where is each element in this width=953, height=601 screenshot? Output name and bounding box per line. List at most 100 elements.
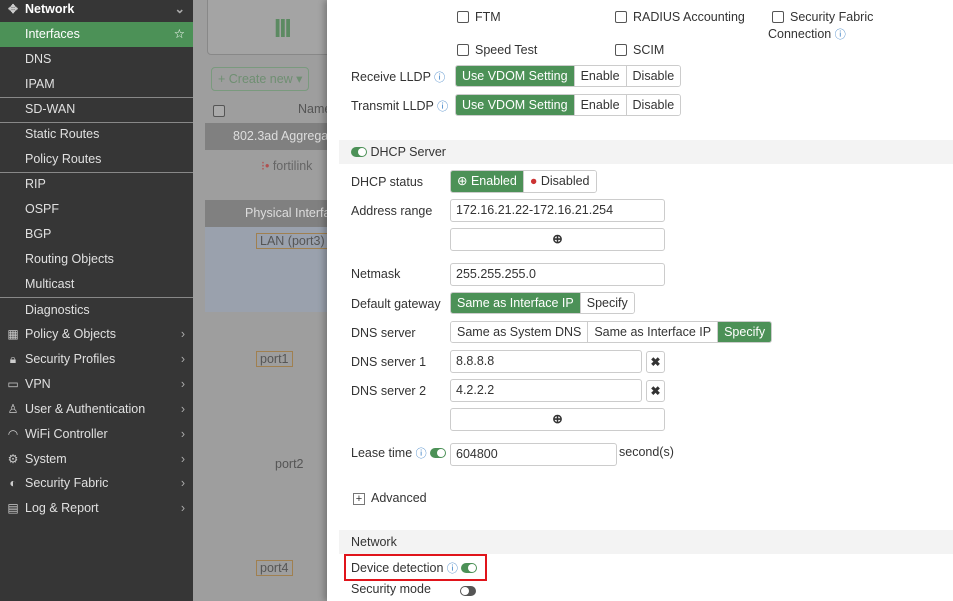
security-mode-toggle[interactable] — [460, 584, 476, 598]
info-icon: ⓘ — [437, 101, 449, 113]
address-range-input[interactable]: 172.16.21.22-172.16.21.254 — [450, 199, 665, 222]
dhcp-server-section[interactable]: DHCP Server — [339, 140, 953, 164]
sidebar-user-auth[interactable]: ♙ User & Authentication › — [0, 397, 193, 422]
port4-label[interactable]: port4 — [256, 560, 293, 576]
speed-test-checkbox[interactable]: Speed Test — [457, 43, 537, 57]
info-icon: ⓘ — [434, 72, 446, 84]
wifi-icon: ◠ — [7, 427, 19, 441]
sidebar-item-multicast[interactable]: Multicast — [0, 272, 193, 297]
sidebar-item-diagnostics[interactable]: Diagnostics — [0, 298, 193, 323]
remove-dns-2-button[interactable]: ✖ — [646, 380, 665, 402]
sidebar-vpn[interactable]: ▭ VPN › — [0, 372, 193, 397]
scim-checkbox[interactable]: SCIM — [615, 43, 664, 57]
close-icon: ✖ — [650, 384, 661, 398]
sidebar-item-sdwan[interactable]: SD-WAN — [0, 97, 193, 122]
chevron-right-icon: › — [180, 402, 185, 416]
option-same-as-interface[interactable]: Same as Interface IP — [451, 293, 580, 313]
dns-server-1-label: DNS server 1 — [351, 355, 427, 369]
sidebar-security-fabric[interactable]: ◐ Security Fabric › — [0, 471, 193, 496]
advanced-expander[interactable]: + Advanced — [353, 491, 427, 505]
sidebar-item-routing-objects[interactable]: Routing Objects — [0, 247, 193, 272]
netmask-input[interactable]: 255.255.255.0 — [450, 263, 665, 286]
chevron-right-icon: › — [180, 327, 185, 341]
receive-lldp-toggle[interactable]: Use VDOM Setting Enable Disable — [455, 65, 682, 87]
sidebar-system[interactable]: ⚙ System › — [0, 447, 193, 472]
option-disable[interactable]: Disable — [625, 95, 681, 115]
dns-server-1-input[interactable]: 8.8.8.8 — [450, 350, 642, 373]
device-detection-toggle[interactable] — [461, 563, 478, 573]
label: DHCP Server — [370, 145, 446, 159]
chevron-right-icon: › — [180, 476, 185, 490]
plus-icon: ⊕ — [552, 412, 563, 426]
label: SCIM — [633, 43, 665, 57]
create-new-button[interactable]: + Create new ▾ — [211, 67, 310, 91]
sidebar-item-static-routes[interactable]: Static Routes — [0, 122, 193, 147]
port2-label[interactable]: port2 — [259, 457, 304, 471]
sidebar-item-ospf[interactable]: OSPF — [0, 197, 193, 222]
fortilink-row[interactable]: ⁝• fortilink — [261, 158, 312, 173]
widget-card: III — [207, 0, 327, 55]
edit-interface-panel: FTM RADIUS Accounting Security Fabric Co… — [327, 0, 953, 601]
add-address-range-button[interactable]: ⊕ — [450, 228, 665, 251]
sidebar-item-ipam[interactable]: IPAM — [0, 72, 193, 97]
lease-unit: second(s) — [619, 445, 674, 459]
dhcp-status-label: DHCP status — [351, 175, 424, 189]
expand-icon: + — [353, 493, 365, 505]
dns-server-2-input[interactable]: 4.2.2.2 — [450, 379, 642, 402]
sidebar-item-interfaces[interactable]: Interfaces ☆ — [0, 22, 193, 47]
option-use-vdom[interactable]: Use VDOM Setting — [456, 95, 574, 115]
remove-dns-1-button[interactable]: ✖ — [646, 351, 665, 373]
sidebar-item-bgp[interactable]: BGP — [0, 222, 193, 247]
lease-time-input[interactable]: 604800 — [450, 443, 617, 466]
sidebar-network[interactable]: ✥ Network ⌄ — [0, 0, 193, 22]
lease-time-toggle[interactable] — [430, 448, 447, 458]
sidebar-log-report[interactable]: ▤ Log & Report › — [0, 496, 193, 521]
lan-port-label[interactable]: LAN (port3) — [256, 233, 327, 249]
name-column-header[interactable]: Name — [298, 102, 327, 116]
security-mode-label: Security mode — [351, 582, 431, 596]
chevron-right-icon: › — [180, 352, 185, 366]
dhcp-status-toggle[interactable]: ⊕ Enabled ● Disabled — [450, 170, 597, 193]
dns-server-toggle[interactable]: Same as System DNS Same as Interface IP Sp… — [450, 321, 773, 343]
chevron-right-icon: › — [180, 452, 185, 466]
ftm-checkbox[interactable]: FTM — [457, 10, 501, 24]
label: User & Authentication — [25, 402, 146, 416]
default-gateway-toggle[interactable]: Same as Interface IP Specify — [450, 292, 635, 314]
sidebar-item-dns[interactable]: DNS — [0, 47, 193, 72]
address-range-label: Address range — [351, 204, 433, 218]
sidebar-item-policy-routes[interactable]: Policy Routes — [0, 147, 193, 172]
chevron-right-icon: › — [180, 377, 185, 391]
label: Policy & Objects — [25, 327, 117, 341]
option-use-vdom[interactable]: Use VDOM Setting — [456, 66, 574, 86]
group-aggregate[interactable]: 802.3ad Aggregate — [205, 123, 327, 150]
group-physical[interactable]: Physical Interface — [205, 200, 327, 227]
option-enable[interactable]: Enable — [573, 66, 626, 86]
sidebar-security-profiles[interactable]: 🔒︎ Security Profiles › — [0, 347, 193, 372]
option-disable[interactable]: Disable — [625, 66, 681, 86]
label: Security Fabric — [25, 476, 109, 490]
option-specify[interactable]: Specify — [579, 293, 634, 313]
sidebar-policy-objects[interactable]: ▦ Policy & Objects › — [0, 322, 193, 347]
radius-accounting-checkbox[interactable]: RADIUS Accounting — [615, 10, 745, 24]
lock-icon: 🔒︎ — [9, 352, 17, 366]
sidebar-item-rip[interactable]: RIP — [0, 172, 193, 197]
star-icon[interactable]: ☆ — [174, 22, 185, 47]
sidebar-wifi[interactable]: ◠ WiFi Controller › — [0, 422, 193, 447]
bars-icon: III — [274, 13, 292, 43]
port1-label[interactable]: port1 — [256, 351, 293, 367]
label: VPN — [25, 377, 51, 391]
transmit-lldp-toggle[interactable]: Use VDOM Setting Enable Disable — [455, 94, 682, 116]
security-fabric-checkbox[interactable]: Security Fabric — [772, 10, 873, 24]
network-section: Network — [339, 530, 953, 554]
add-dns-server-button[interactable]: ⊕ — [450, 408, 665, 431]
option-disabled[interactable]: ● Disabled — [522, 171, 596, 192]
dhcp-server-toggle[interactable] — [351, 147, 367, 157]
select-all-checkbox[interactable] — [213, 104, 231, 118]
option-enabled[interactable]: ⊕ Enabled — [451, 171, 523, 192]
option-specify[interactable]: Specify — [717, 322, 772, 342]
option-enable[interactable]: Enable — [573, 95, 626, 115]
option-same-as-interface-ip[interactable]: Same as Interface IP — [587, 322, 718, 342]
label: Advanced — [371, 491, 427, 505]
option-same-as-system-dns[interactable]: Same as System DNS — [451, 322, 588, 342]
label: System — [25, 452, 67, 466]
